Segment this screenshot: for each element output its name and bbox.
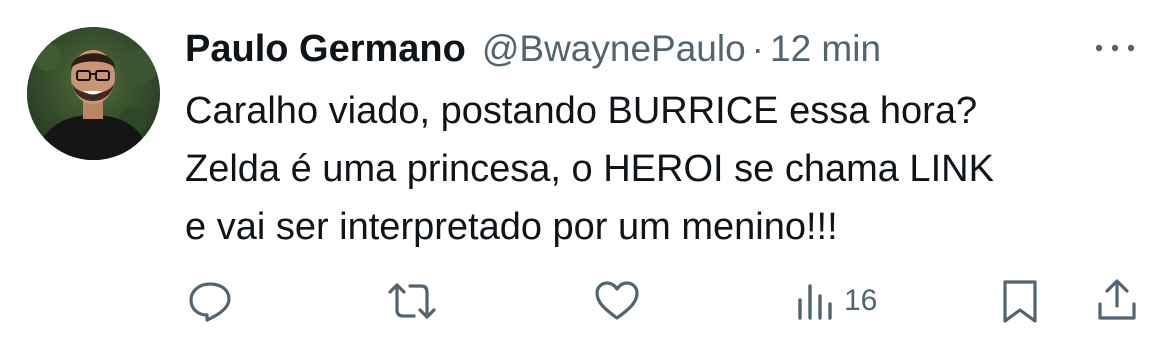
tweet[interactable]: Paulo Germano @BwaynePaulo · 12 min Cara… xyxy=(0,0,1170,363)
views-count: 16 xyxy=(844,284,878,317)
retweet-button[interactable] xyxy=(384,276,440,326)
share-icon xyxy=(1098,279,1136,320)
views-button[interactable]: 16 xyxy=(794,276,877,326)
more-icon xyxy=(1095,44,1135,52)
separator-dot: · xyxy=(751,28,764,69)
more-options-button[interactable] xyxy=(1090,28,1140,68)
tweet-line: Zelda é uma princesa, o HEROI se chama L… xyxy=(185,148,994,190)
like-button[interactable] xyxy=(592,276,642,326)
reply-icon xyxy=(189,282,231,322)
timestamp[interactable]: 12 min xyxy=(770,28,881,70)
bookmark-icon xyxy=(1003,280,1037,323)
retweet-icon xyxy=(388,283,436,319)
reply-button[interactable] xyxy=(185,276,235,326)
share-button[interactable] xyxy=(1094,276,1140,326)
user-handle[interactable]: @BwaynePaulo xyxy=(482,28,746,70)
display-name[interactable]: Paulo Germano xyxy=(185,28,466,71)
bar-chart-icon xyxy=(798,284,832,320)
tweet-text: Caralho viado, postando BURRICE essa hor… xyxy=(185,82,1145,256)
tweet-header: Paulo Germano @BwaynePaulo · 12 min xyxy=(185,24,881,74)
tweet-line: Caralho viado, postando BURRICE essa hor… xyxy=(185,90,978,132)
avatar[interactable] xyxy=(27,27,160,160)
heart-icon xyxy=(595,281,639,320)
tweet-line: e vai ser interpretado por um menino!!! xyxy=(185,206,838,248)
bookmark-button[interactable] xyxy=(998,276,1042,326)
